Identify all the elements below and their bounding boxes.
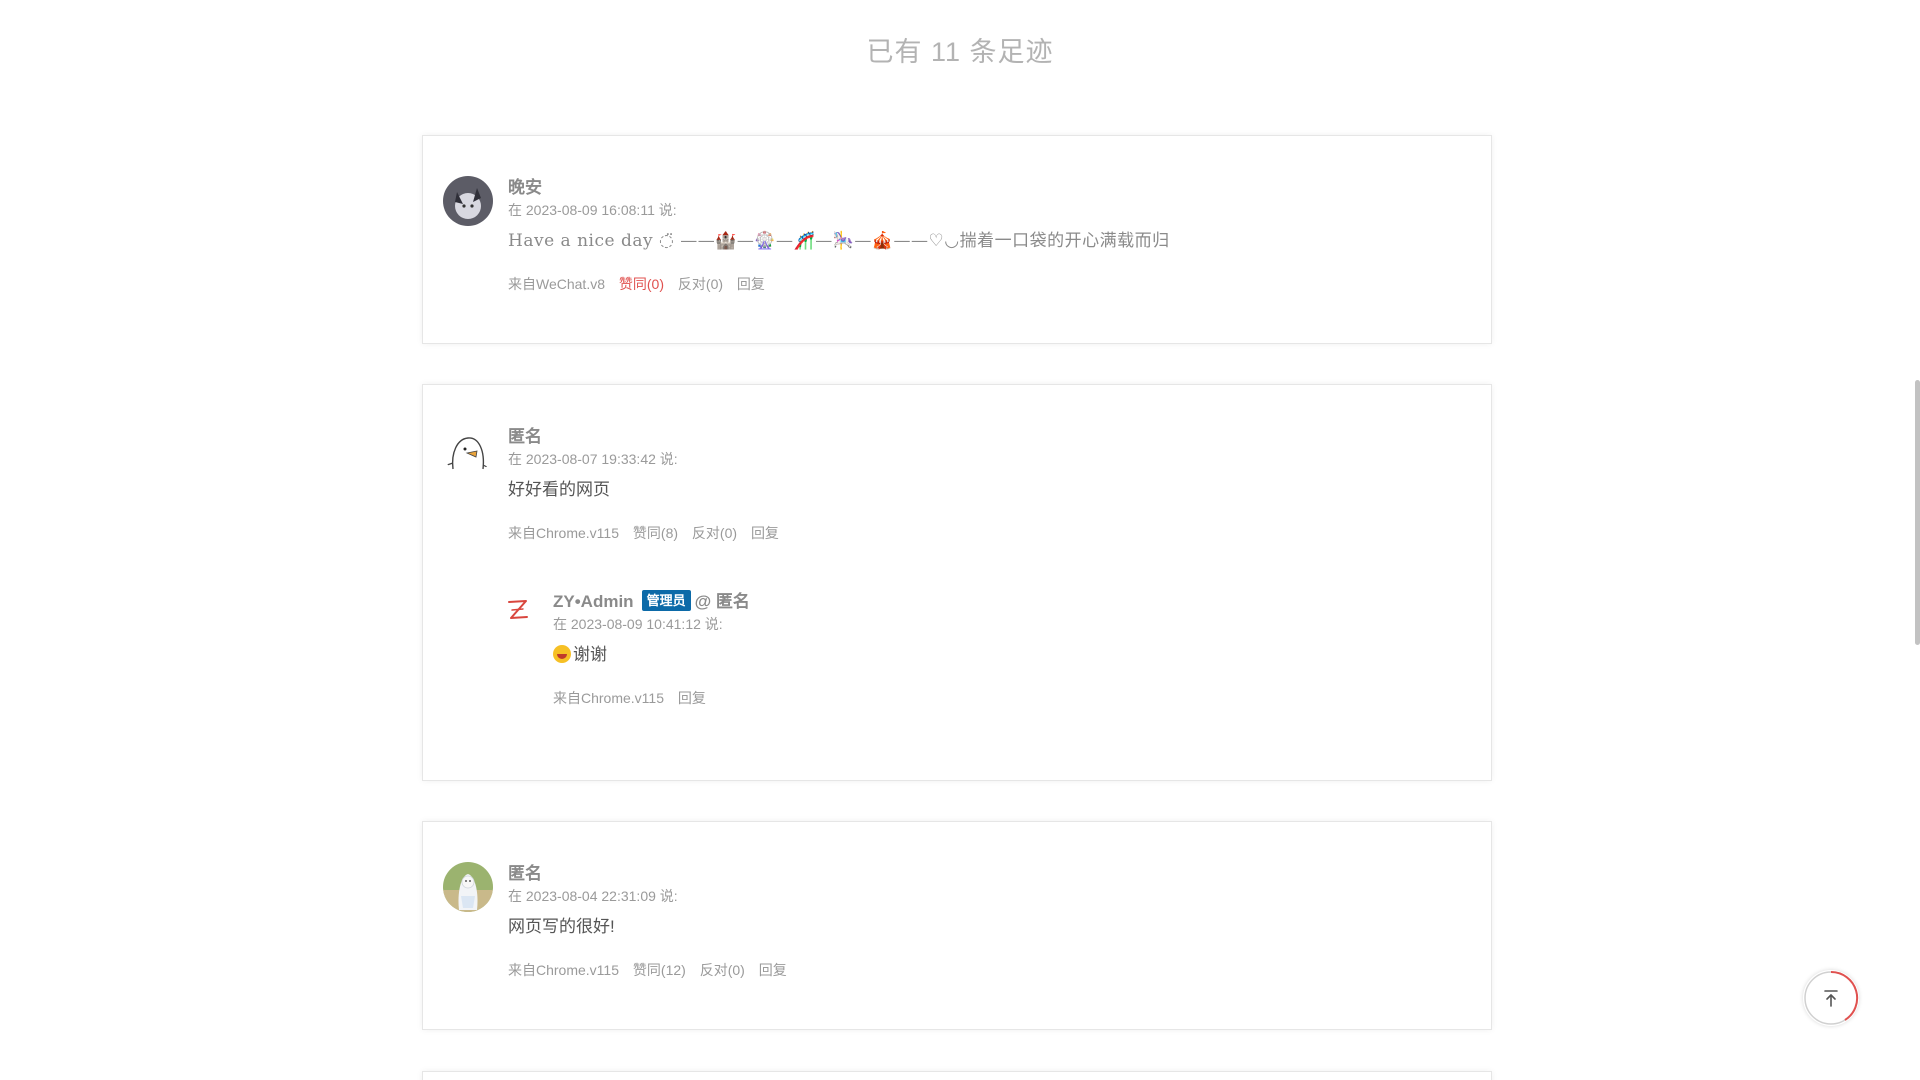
reply-button[interactable]: 回复 <box>678 690 706 706</box>
comment-actions: 来自Chrome.v115 赞同(8) 反对(0) 回复 <box>508 524 1471 542</box>
arrow-up-to-top-icon <box>1824 990 1838 1007</box>
reply-author-line: ZY•Admin 管理员 @ 匿名 <box>553 590 1471 614</box>
avatar[interactable] <box>443 425 493 475</box>
comment-author: 匿名 <box>508 427 542 446</box>
comment-text: 网页写的很好! <box>508 917 615 936</box>
avatar[interactable] <box>443 176 493 226</box>
comment-actions: 来自WeChat.v8 赞同(0) 反对(0) 回复 <box>508 275 1471 293</box>
back-to-top-button[interactable] <box>1803 970 1859 1026</box>
comment-text: Have a nice day ◌̈ ——🏰—🎡—🎢—🎠—🎪——♡◡揣着一口袋的… <box>508 231 1170 251</box>
comment-card: 匿名 在 2023-08-07 19:33:42 说: 好好看的网页 来自Chr… <box>422 384 1492 781</box>
like-button[interactable]: 赞同(12) <box>633 962 686 978</box>
admin-avatar[interactable] <box>498 590 538 630</box>
comment-time: 在 2023-08-09 16:08:11 说: <box>508 202 677 218</box>
scroll-progress-ring <box>1804 970 1859 1025</box>
comment-time: 在 2023-08-04 22:31:09 说: <box>508 888 678 904</box>
comment-card: 匿名 在 2023-08-04 22:31:09 说: 网页写的很好! 来自Ch… <box>422 821 1492 1030</box>
source-label: 来自Chrome.v115 <box>553 690 665 706</box>
page-scrollbar[interactable] <box>1915 380 1920 645</box>
reply-actions: 来自Chrome.v115 回复 <box>553 689 1471 707</box>
avatar[interactable] <box>443 862 493 912</box>
reply-button[interactable]: 回复 <box>759 962 787 978</box>
like-button[interactable]: 赞同(0) <box>619 276 664 292</box>
comment-card: 晚安 在 2023-08-09 16:08:11 说: Have a nice … <box>422 135 1492 344</box>
like-button[interactable]: 赞同(8) <box>633 525 678 541</box>
dislike-button[interactable]: 反对(0) <box>678 276 723 292</box>
reply-time: 在 2023-08-09 10:41:12 说: <box>553 616 723 632</box>
dislike-button[interactable]: 反对(0) <box>692 525 737 541</box>
comment-time: 在 2023-08-07 19:33:42 说: <box>508 451 678 467</box>
reply-mention: @ 匿名 <box>694 592 750 611</box>
comment-card <box>422 1071 1492 1080</box>
source-label: 来自Chrome.v115 <box>508 962 620 978</box>
reply-button[interactable]: 回复 <box>751 525 779 541</box>
page-title: 已有 11 条足迹 <box>866 37 1054 67</box>
comment-text: 好好看的网页 <box>508 480 610 499</box>
reply-button[interactable]: 回复 <box>737 276 765 292</box>
admin-badge: 管理员 <box>641 590 691 611</box>
comment-actions: 来自Chrome.v115 赞同(12) 反对(0) 回复 <box>508 961 1471 979</box>
source-label: 来自WeChat.v8 <box>508 276 605 292</box>
dislike-button[interactable]: 反对(0) <box>700 962 745 978</box>
reply-text-line: 谢谢 <box>553 643 1471 667</box>
grinning-face-icon <box>553 645 571 663</box>
reply-author: ZY•Admin <box>553 592 634 611</box>
source-label: 来自Chrome.v115 <box>508 525 620 541</box>
comment-author: 晚安 <box>508 178 542 197</box>
comment-author: 匿名 <box>508 864 542 883</box>
reply-text: 谢谢 <box>573 645 607 664</box>
